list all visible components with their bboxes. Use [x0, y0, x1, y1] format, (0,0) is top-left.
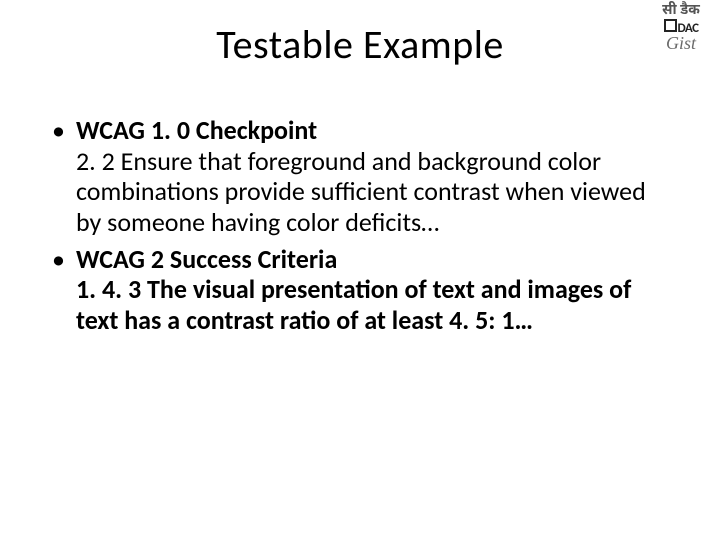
- logo-line1: सी डैक: [652, 4, 710, 18]
- bullet-body: 1. 4. 3 The visual presentation of text …: [76, 273, 631, 336]
- slide: सी डैक DAC Gist Testable Example WCAG 1.…: [0, 0, 720, 540]
- content-area: WCAG 1. 0 Checkpoint 2. 2 Ensure that fo…: [48, 115, 658, 342]
- bullet-item: WCAG 2 Success Criteria 1. 4. 3 The visu…: [48, 244, 658, 336]
- bullet-body: 2. 2 Ensure that foreground and backgrou…: [76, 145, 646, 238]
- bullet-heading: WCAG 1. 0 Checkpoint: [76, 114, 317, 146]
- bullet-heading: WCAG 2 Success Criteria: [76, 243, 337, 275]
- bullet-item: WCAG 1. 0 Checkpoint 2. 2 Ensure that fo…: [48, 115, 658, 238]
- slide-title: Testable Example: [0, 20, 720, 69]
